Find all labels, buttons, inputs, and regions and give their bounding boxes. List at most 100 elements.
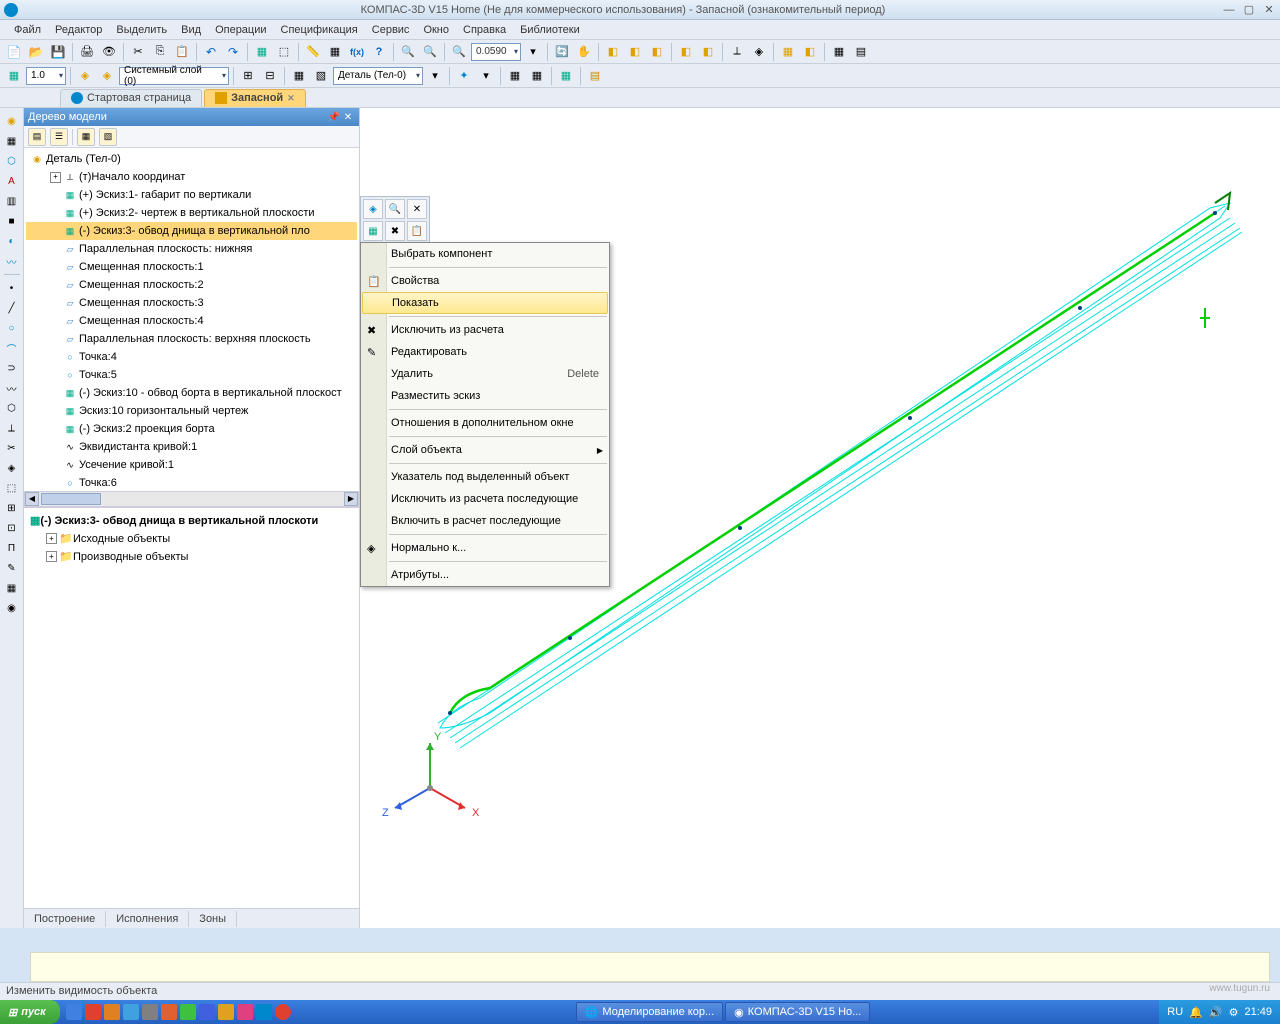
tool-button[interactable]: ⊃	[3, 359, 21, 377]
float-tool-button[interactable]: ✖	[385, 221, 405, 241]
tool-button[interactable]: ■	[3, 212, 21, 230]
ql-icon[interactable]	[218, 1004, 234, 1020]
ql-icon[interactable]	[104, 1004, 120, 1020]
zoom-fit-button[interactable]	[398, 42, 418, 62]
tool-button[interactable]: 〰	[3, 379, 21, 397]
menu-help[interactable]: Справка	[457, 22, 512, 38]
context-menu-item[interactable]: Исключить из расчета последующие	[361, 488, 609, 510]
scroll-thumb[interactable]	[41, 493, 101, 505]
context-menu-item[interactable]: Атрибуты...	[361, 564, 609, 586]
menu-select[interactable]: Выделить	[110, 22, 173, 38]
context-menu-item[interactable]: Указатель под выделенный объект	[361, 466, 609, 488]
layer-button[interactable]: ◈	[75, 66, 95, 86]
ql-icon[interactable]	[275, 1004, 291, 1020]
tree-item[interactable]: ▦Эскиз:10 горизонтальный чертеж	[26, 402, 357, 420]
tree-scrollbar[interactable]: ◀ ▶	[24, 491, 359, 507]
menu-window[interactable]: Окно	[417, 22, 455, 38]
cut-button[interactable]	[128, 42, 148, 62]
float-tool-button[interactable]: 📋	[407, 221, 427, 241]
tool-button[interactable]: ▤	[851, 42, 871, 62]
clock[interactable]: 21:49	[1244, 1006, 1272, 1018]
tool-button[interactable]: ▥	[3, 192, 21, 210]
tool-button[interactable]: ▧	[311, 66, 331, 86]
scale-input[interactable]: 1.0	[26, 67, 66, 85]
close-tab-icon[interactable]: ✕	[287, 93, 295, 104]
expand-icon[interactable]: +	[50, 172, 61, 183]
context-menu-item[interactable]: ◈Нормально к...	[361, 537, 609, 559]
tool-button[interactable]: П	[3, 539, 21, 557]
tool-button[interactable]: ▦	[829, 42, 849, 62]
tree-item[interactable]: ○Точка:5	[26, 366, 357, 384]
context-menu-item[interactable]: УдалитьDelete	[361, 363, 609, 385]
expand-icon[interactable]: +	[46, 551, 57, 562]
copy-button[interactable]	[150, 42, 170, 62]
tool-button[interactable]: ◈	[3, 459, 21, 477]
tree-item[interactable]: ▦(-) Эскиз:10 - обвод борта в вертикальн…	[26, 384, 357, 402]
menu-file[interactable]: Файл	[8, 22, 47, 38]
tree-item[interactable]: ∿Эквидистанта кривой:1	[26, 438, 357, 456]
measure-button[interactable]: 📏	[303, 42, 323, 62]
tool-button[interactable]: ▤	[585, 66, 605, 86]
menu-operations[interactable]: Операции	[209, 22, 272, 38]
paste-button[interactable]	[172, 42, 192, 62]
lang-indicator[interactable]: RU	[1167, 1006, 1183, 1018]
tree-item[interactable]: +⟂(т)Начало координат	[26, 168, 357, 186]
tab-exec[interactable]: Исполнения	[106, 911, 189, 927]
rotate-button[interactable]: 🔄	[552, 42, 572, 62]
ql-icon[interactable]	[180, 1004, 196, 1020]
context-menu-item[interactable]: ✖Исключить из расчета	[361, 319, 609, 341]
tree-item[interactable]: ▱Смещенная плоскость:3	[26, 294, 357, 312]
tool-button[interactable]: ▦	[505, 66, 525, 86]
tool-button[interactable]: ▦	[3, 579, 21, 597]
start-button[interactable]: ⊞пуск	[0, 1000, 60, 1024]
layer-select[interactable]: Системный слой (0)	[119, 67, 229, 85]
scroll-right-icon[interactable]: ▶	[344, 492, 358, 506]
ql-icon[interactable]	[256, 1004, 272, 1020]
tree-button[interactable]: ▦	[77, 128, 95, 146]
tool-button[interactable]: ▦	[527, 66, 547, 86]
tree-button[interactable]: ▧	[99, 128, 117, 146]
zoom-in-button[interactable]	[449, 42, 469, 62]
preview-button[interactable]: 👁	[99, 42, 119, 62]
float-tool-button[interactable]: 🔍	[385, 199, 405, 219]
context-menu-item[interactable]: Показать	[362, 292, 608, 314]
open-button[interactable]	[26, 42, 46, 62]
tool-button[interactable]: A	[3, 172, 21, 190]
cube-button[interactable]	[647, 42, 667, 62]
cube-button[interactable]	[698, 42, 718, 62]
tray-icon[interactable]: 🔊	[1209, 1006, 1223, 1019]
ql-icon[interactable]	[142, 1004, 158, 1020]
tab-build[interactable]: Построение	[24, 911, 106, 927]
menu-spec[interactable]: Спецификация	[275, 22, 364, 38]
tool-button[interactable]: ⬡	[3, 152, 21, 170]
menu-libs[interactable]: Библиотеки	[514, 22, 586, 38]
zoom-input[interactable]: 0.0590	[471, 43, 521, 61]
tool-button[interactable]: ▦	[778, 42, 798, 62]
tree-item[interactable]: ○Точка:4	[26, 348, 357, 366]
close-panel-icon[interactable]: ✕	[341, 112, 355, 123]
context-menu-item[interactable]: 📋Свойства	[361, 270, 609, 292]
cube-button[interactable]	[676, 42, 696, 62]
tool-button[interactable]: ✎	[3, 559, 21, 577]
tree-item[interactable]: ▱Параллельная плоскость: нижняя	[26, 240, 357, 258]
context-menu-item[interactable]: Отношения в дополнительном окне	[361, 412, 609, 434]
tool-button[interactable]: ✂	[3, 439, 21, 457]
zoom-dropdown[interactable]: ▾	[523, 42, 543, 62]
tab-zones[interactable]: Зоны	[189, 911, 237, 927]
sketch-edit-icon[interactable]: ▦	[4, 66, 24, 86]
tool-button[interactable]: ⟂	[3, 419, 21, 437]
tool-button[interactable]: ▦	[289, 66, 309, 86]
tree-item[interactable]: ▱Смещенная плоскость:1	[26, 258, 357, 276]
tool-button[interactable]: ◉	[3, 599, 21, 617]
ql-icon[interactable]	[161, 1004, 177, 1020]
tree-item[interactable]: ▱Смещенная плоскость:4	[26, 312, 357, 330]
tree-button[interactable]: ☰	[50, 128, 68, 146]
menu-service[interactable]: Сервис	[366, 22, 416, 38]
tree-item[interactable]: ▦(-) Эскиз:2 проекция борта	[26, 420, 357, 438]
folder-derived[interactable]: + 📁 Производные объекты	[26, 548, 357, 566]
context-menu-item[interactable]: ✎Редактировать	[361, 341, 609, 363]
tool-button[interactable]: ◧	[800, 42, 820, 62]
tool-button[interactable]: ⊞	[238, 66, 258, 86]
tool-button[interactable]: ▾	[476, 66, 496, 86]
tool-button[interactable]: ⬚	[274, 42, 294, 62]
